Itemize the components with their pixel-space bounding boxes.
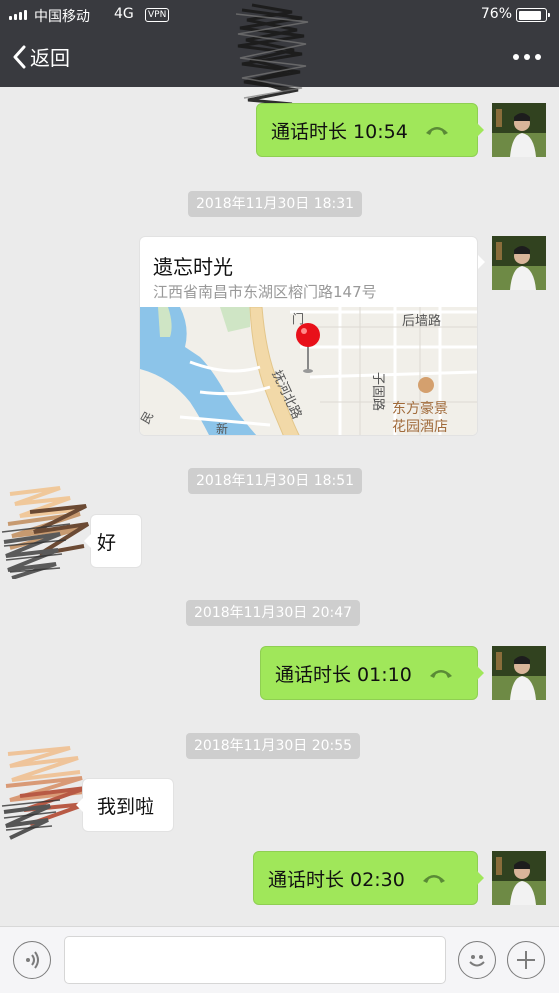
my-avatar[interactable]	[492, 851, 546, 905]
carrier-name: 中国移动	[34, 9, 90, 25]
text-message-bubble[interactable]: 好	[84, 514, 142, 568]
back-button[interactable]: 返回	[12, 42, 70, 71]
call-duration-label: 通话时长 02:30	[268, 868, 405, 891]
more-actions-button[interactable]	[507, 941, 545, 979]
timestamp: 2018年11月30日 20:55	[186, 733, 361, 759]
top-bar: 中国移动 4G VPN 76% 返回	[0, 0, 559, 106]
location-map: 后墙路 子固路 抚河北路 东方豪景 花园酒店 新 门 民	[140, 307, 477, 436]
map-label: 新	[216, 421, 228, 436]
message-input[interactable]	[64, 936, 446, 984]
phone-icon	[429, 670, 452, 678]
plus-icon	[517, 951, 535, 969]
avatar-photo	[492, 851, 546, 905]
battery-percent: 76%	[480, 6, 512, 22]
input-bar	[0, 926, 559, 993]
map-label: 后墙路	[402, 313, 441, 329]
redacted-title-scribble	[235, 3, 309, 106]
message-text: 我到啦	[97, 795, 155, 818]
location-card[interactable]: 遗忘时光 江西省南昌市东湖区榕门路147号 后墙路 子固路 抚河北路 东方豪景 …	[139, 236, 478, 436]
battery-icon	[516, 8, 550, 22]
avatar-photo	[492, 236, 546, 290]
bubble-tail	[478, 255, 485, 269]
timestamp: 2018年11月30日 18:31	[188, 191, 363, 217]
text-message-bubble[interactable]: 我到啦	[76, 778, 174, 832]
phone-icon	[422, 875, 445, 883]
my-avatar[interactable]	[492, 103, 546, 157]
location-title: 遗忘时光	[153, 255, 233, 279]
voice-icon	[26, 951, 39, 969]
voice-input-button[interactable]	[13, 941, 51, 979]
call-record-bubble[interactable]: 通话时长 02:30	[253, 851, 484, 905]
more-options-button[interactable]	[513, 54, 541, 60]
contact-avatar-redacted[interactable]	[0, 746, 90, 841]
map-label: 门	[292, 311, 304, 326]
phone-icon	[425, 127, 448, 135]
message-text: 好	[97, 531, 117, 554]
map-label: 东方豪景	[392, 401, 448, 417]
chevron-left-icon	[13, 45, 26, 68]
contact-avatar-redacted[interactable]	[0, 484, 90, 579]
emoji-button[interactable]	[458, 941, 496, 979]
call-duration-label: 通话时长 10:54	[271, 120, 408, 143]
my-avatar[interactable]	[492, 646, 546, 700]
signal-icon	[9, 10, 27, 20]
timestamp: 2018年11月30日 18:51	[188, 468, 363, 494]
network-type: 4G	[114, 6, 134, 22]
back-label: 返回	[30, 46, 70, 70]
map-label: 花园酒店	[392, 419, 448, 435]
emoji-icon	[469, 955, 485, 967]
avatar-photo	[492, 646, 546, 700]
my-avatar[interactable]	[492, 236, 546, 290]
timestamp: 2018年11月30日 20:47	[186, 600, 361, 626]
call-record-bubble[interactable]: 通话时长 10:54	[256, 103, 484, 157]
call-record-bubble[interactable]: 通话时长 01:10	[260, 646, 484, 700]
map-label: 子固路	[370, 372, 386, 411]
location-address: 江西省南昌市东湖区榕门路147号	[153, 283, 377, 301]
avatar-photo	[492, 103, 546, 157]
call-duration-label: 通话时长 01:10	[275, 663, 412, 686]
vpn-badge: VPN	[145, 8, 170, 22]
